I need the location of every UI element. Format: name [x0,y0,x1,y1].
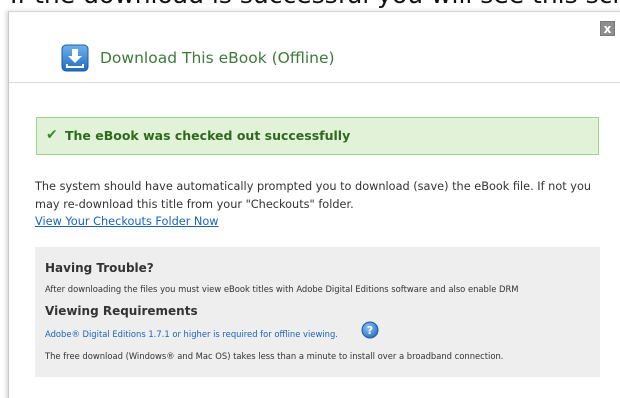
download-arrow-icon [61,44,89,72]
trouble-heading: Having Trouble? [45,261,154,275]
dialog-title: Download This eBook (Offline) [100,49,335,67]
close-icon: x [603,22,612,36]
success-message: The eBook was checked out successfully [65,128,351,143]
close-button[interactable]: x [600,21,615,36]
help-panel: Having Trouble? After downloading the fi… [35,247,600,377]
adobe-requirements-link[interactable]: Adobe® Digital Editions 1.7.1 or higher … [45,329,338,339]
page-root: If the download is successful you will s… [0,0,620,398]
info-line-2: may re-download this title from your "Ch… [35,197,354,211]
info-line-1: The system should have automatically pro… [35,180,592,193]
success-banner: ✔ The eBook was checked out successfully [36,117,599,155]
install-text: The free download (Windows® and Mac OS) … [45,351,504,361]
question-mark-help-icon[interactable]: ? [361,321,379,339]
download-info-text: The system should have automatically pro… [35,178,610,213]
checkmark-icon: ✔ [46,127,58,143]
trouble-text: After downloading the files you must vie… [45,284,519,294]
dialog-header: Download This eBook (Offline) [9,38,620,83]
view-checkouts-link[interactable]: View Your Checkouts Folder Now [35,215,219,228]
requirements-heading: Viewing Requirements [45,304,198,318]
svg-text:?: ? [367,324,373,337]
